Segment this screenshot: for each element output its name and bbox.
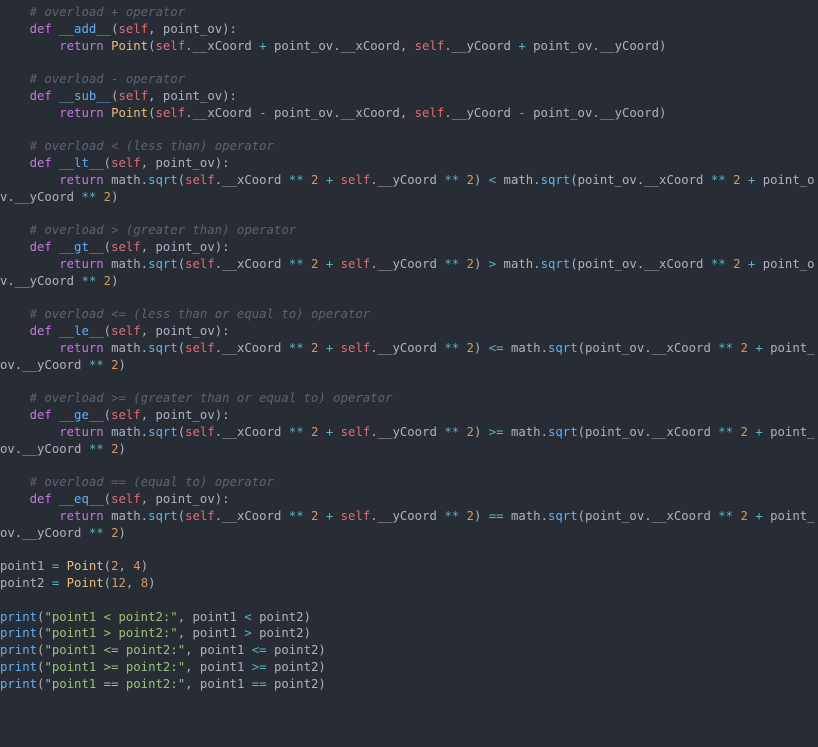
method-name: __le__ — [59, 324, 103, 338]
method-name: __ge__ — [59, 408, 103, 422]
class-point: Point — [111, 39, 148, 53]
param: point_ov — [163, 22, 222, 36]
comment: # overload > (greater than) operator — [30, 223, 297, 237]
kw-def: def — [30, 22, 52, 36]
method-name: __sub__ — [59, 89, 111, 103]
method-name: __lt__ — [59, 156, 103, 170]
method-name: __gt__ — [59, 240, 103, 254]
print-call: print — [0, 610, 37, 624]
method-name: __eq__ — [59, 492, 103, 506]
comment: # overload <= (less than or equal to) op… — [30, 307, 371, 321]
var: point1 — [0, 559, 44, 573]
var: point2 — [0, 576, 44, 590]
comment: # overload - operator — [30, 72, 185, 86]
code-block: # overload + operator def __add__(self, … — [0, 0, 818, 693]
comment: # overload == (equal to) operator — [30, 475, 274, 489]
method-name: __add__ — [59, 22, 111, 36]
comment: # overload < (less than) operator — [30, 139, 274, 153]
self: self — [118, 22, 148, 36]
kw-return: return — [59, 39, 103, 53]
comment: # overload >= (greater than or equal to)… — [30, 391, 393, 405]
comment: # overload + operator — [30, 5, 185, 19]
